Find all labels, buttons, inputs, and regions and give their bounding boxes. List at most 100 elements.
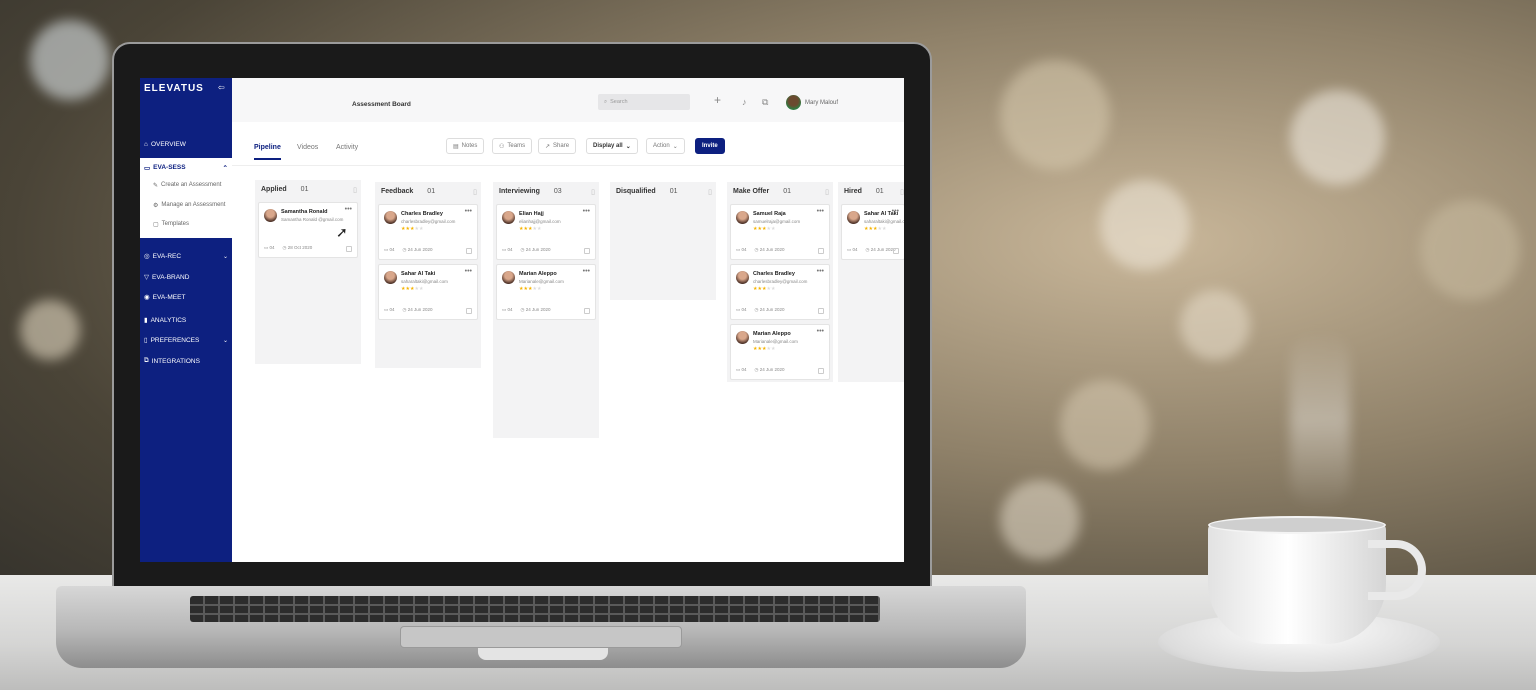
sidebar-subitem-create-assessment[interactable]: ✎ Create an Assessment <box>153 182 221 189</box>
candidate-email: samuelraja@gmail.com <box>753 219 801 224</box>
rating-stars[interactable]: ★★★★★ <box>401 226 423 232</box>
collapse-sidebar-icon[interactable]: ⇦ <box>218 83 225 92</box>
select-checkbox[interactable] <box>584 308 590 314</box>
rating-stars[interactable]: ★★★★★ <box>864 226 886 232</box>
sidebar-subitem-manage-assessment[interactable]: ⚙ Manage an Assessment <box>153 202 225 209</box>
more-options-icon[interactable]: ••• <box>817 328 824 335</box>
action-dropdown[interactable]: Action ⌄ <box>646 138 685 154</box>
candidate-card[interactable]: Marian Aleppo Marianale@gmail.com ★★★★★ •••… <box>496 264 596 320</box>
rating-stars[interactable]: ★★★★★ <box>753 286 775 292</box>
sidebar-item-eva-rec[interactable]: ◎ EVA-REC ⌄ <box>144 252 228 261</box>
candidate-email: Marianale@gmail.com <box>753 339 798 344</box>
star-icon[interactable]: ★ <box>882 226 886 232</box>
select-checkbox[interactable] <box>584 248 590 254</box>
comment-count: 04 <box>741 367 747 372</box>
column-settings-icon[interactable]: ▯ <box>591 188 595 196</box>
select-checkbox[interactable] <box>818 248 824 254</box>
select-checkbox[interactable] <box>466 308 472 314</box>
candidate-card[interactable]: Sahar Al Takisaharaltaki@gmail.com★★★★★•… <box>841 204 904 260</box>
avatar <box>847 211 860 224</box>
star-icon[interactable]: ★ <box>537 286 541 292</box>
user-name[interactable]: Mary Malouf <box>805 100 838 106</box>
rating-stars[interactable]: ★★★★★ <box>753 226 775 232</box>
column-settings-icon[interactable]: ▯ <box>825 188 829 196</box>
column-title: Disqualified <box>616 188 656 195</box>
tab-videos[interactable]: Videos <box>297 144 318 151</box>
candidate-card[interactable]: Charles Bradley charlesbradley@gmail.com ★… <box>378 204 478 260</box>
search-input[interactable]: ⌕ Search <box>598 94 690 110</box>
avatar[interactable] <box>786 95 801 110</box>
star-icon[interactable]: ★ <box>419 226 423 232</box>
copy-icon[interactable]: ⧉ <box>762 97 768 108</box>
more-options-icon[interactable]: ••• <box>345 206 352 213</box>
select-checkbox[interactable] <box>818 308 824 314</box>
page-title: Assessment Board <box>352 101 411 108</box>
star-icon[interactable]: ★ <box>771 286 775 292</box>
chevron-up-icon: ⌃ <box>222 165 228 172</box>
sidebar-item-label: EVA-SESS <box>153 164 186 171</box>
rating-stars[interactable]: ★★★★★ <box>753 346 775 352</box>
star-icon[interactable]: ★ <box>537 226 541 232</box>
display-all-dropdown[interactable]: Display all ⌄ <box>586 138 638 154</box>
card-footer: ▭ 04 ◷ 24 Jun 2020 <box>502 247 551 253</box>
candidate-card[interactable]: Charles Bradley charlesbradley@gmail.com ★… <box>730 264 830 320</box>
more-options-icon[interactable]: ••• <box>465 208 472 215</box>
more-options-icon[interactable]: ••• <box>817 208 824 215</box>
candidate-card[interactable]: Elian Hajj elianhajj@gmail.com ★★★★★ ••• ▭ 0… <box>496 204 596 260</box>
more-options-icon[interactable]: ••• <box>465 268 472 275</box>
date: ◷ 24 Jun 2020 <box>521 247 551 253</box>
rating-stars[interactable]: ★★★★★ <box>401 286 423 292</box>
candidate-card[interactable]: Marian Aleppo Marianale@gmail.com ★★★★★ •••… <box>730 324 830 380</box>
column-settings-icon[interactable]: ▯ <box>473 188 477 196</box>
share-button[interactable]: ↗ Share <box>538 138 577 154</box>
tab-activity[interactable]: Activity <box>336 144 358 151</box>
comments: ▭ 04 <box>736 307 747 313</box>
display-all-label: Display all <box>593 143 623 149</box>
select-checkbox[interactable] <box>818 368 824 374</box>
clock-icon: ◷ <box>865 247 870 252</box>
candidate-card[interactable]: Samuel Raja samuelraja@gmail.com ★★★★★ ••• ▭… <box>730 204 830 260</box>
sidebar-item-analytics[interactable]: ▮ ANALYTICS <box>144 316 228 325</box>
star-icon[interactable]: ★ <box>771 346 775 352</box>
sidebar-item-label: EVA-MEET <box>152 293 186 301</box>
sidebar-item-preferences[interactable]: ▯ PREFERENCES ⌄ <box>144 336 228 345</box>
column-settings-icon[interactable]: ▯ <box>353 186 357 194</box>
candidate-email: charlesbradley@gmail.com <box>401 219 456 224</box>
candidate-card[interactable]: Sahar Al Takisaharaltaki@gmail.com★★★★★•… <box>378 264 478 320</box>
card-footer: ▭ 04 ◷ 24 Jun 2020 <box>384 307 433 313</box>
teams-icon: ⚇ <box>499 143 505 150</box>
select-checkbox[interactable] <box>466 248 472 254</box>
sidebar-item-eva-brand[interactable]: ▽ EVA-BRAND <box>144 273 228 282</box>
star-icon[interactable]: ★ <box>419 286 423 292</box>
sidebar-item-eva-meet[interactable]: ◉ EVA-MEET <box>144 293 228 302</box>
rating-stars[interactable]: ★★★★★ <box>519 286 541 292</box>
tab-bar: Pipeline Videos Activity ▤ Notes ⚇ Teams ↗… <box>232 122 904 166</box>
notes-button[interactable]: ▤ Notes <box>446 138 485 154</box>
column-settings-icon[interactable]: ▯ <box>708 188 712 196</box>
rating-stars[interactable]: ★★★★★ <box>519 226 541 232</box>
more-options-icon[interactable]: ••• <box>583 208 590 215</box>
sidebar-item-eva-sess[interactable]: ▭ EVA-SESS ⌃ <box>144 164 228 172</box>
teams-button[interactable]: ⚇ Teams <box>492 138 533 154</box>
comments: ▭ 04 <box>736 367 747 373</box>
more-options-icon[interactable]: ••• <box>583 268 590 275</box>
clock-icon: ◷ <box>520 247 525 252</box>
tab-pipeline[interactable]: Pipeline <box>254 144 281 160</box>
add-icon[interactable]: + <box>714 93 721 107</box>
video-icon: ▭ <box>144 165 151 172</box>
select-checkbox[interactable] <box>893 248 899 254</box>
select-checkbox[interactable] <box>346 246 352 252</box>
more-options-icon[interactable]: ••• <box>892 208 899 215</box>
sidebar-item-overview[interactable]: ⌂ OVERVIEW <box>144 141 228 148</box>
star-icon[interactable]: ★ <box>771 226 775 232</box>
date: ◷ 24 Jun 2020 <box>403 247 433 253</box>
share-label: Share <box>553 143 570 149</box>
column-settings-icon[interactable]: ▯ <box>900 188 904 196</box>
sidebar-item-integrations[interactable]: ⧉ INTEGRATIONS <box>144 357 228 365</box>
more-options-icon[interactable]: ••• <box>817 268 824 275</box>
invite-button[interactable]: Invite <box>695 138 725 154</box>
comments: ▭ 04 <box>502 247 513 253</box>
bell-icon[interactable]: ♪ <box>742 97 747 107</box>
avatar <box>736 331 749 344</box>
sidebar-subitem-templates[interactable]: ▢ Templates <box>153 221 189 228</box>
